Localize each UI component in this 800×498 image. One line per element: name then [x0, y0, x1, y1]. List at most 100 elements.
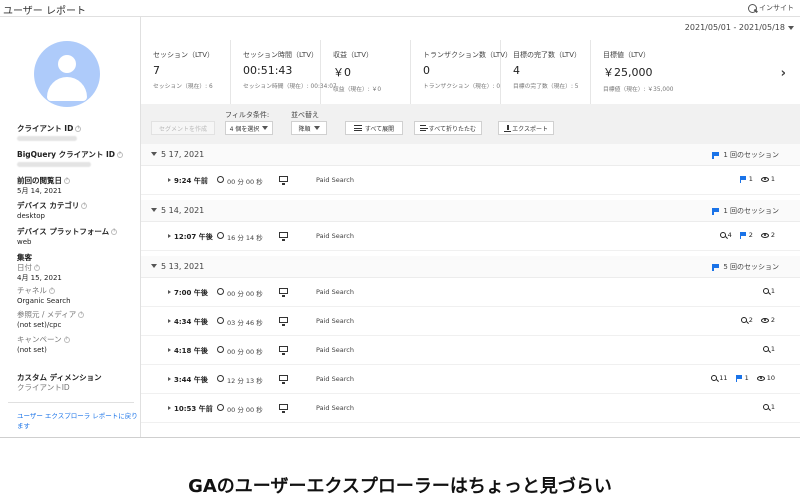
export-button[interactable]: エクスポート: [498, 121, 554, 135]
flag-icon: [735, 374, 743, 382]
session-channel: Paid Search: [316, 404, 354, 412]
flag-icon: [712, 151, 719, 159]
help-icon[interactable]: ?: [63, 337, 70, 343]
group-date: 5 13, 2021: [161, 262, 205, 271]
search-icon: [719, 232, 726, 238]
metric-sub: セッション時間（現在）: 00:34:07: [243, 84, 337, 90]
filter-label: フィルタ条件:: [225, 111, 270, 119]
help-icon[interactable]: ?: [34, 265, 40, 271]
session-duration: 00 分 00 秒: [227, 178, 263, 186]
metric-revenue: 収益（LTV） ￥0 収益（現在）: ￥0: [321, 40, 411, 104]
group-date: 5 17, 2021: [161, 150, 205, 159]
user-info-panel: クライアント ID? BigQuery クライアント ID? 前回の閲覧日? 5…: [0, 17, 141, 437]
create-segment-button[interactable]: セグメントを作成: [151, 121, 215, 135]
eye-count: 2: [770, 231, 775, 239]
date-group-header[interactable]: 5 17, 2021 1 回のセッション: [141, 144, 800, 166]
metric-sub: 目標値（現在）: ￥35,000: [603, 87, 674, 93]
eye-icon: [760, 317, 769, 323]
desktop-icon: [279, 232, 288, 241]
insight-label: インサイト: [759, 4, 794, 12]
collapse-all-button[interactable]: すべて折りたたむ: [414, 121, 482, 135]
date-group-header[interactable]: 5 13, 2021 5 回のセッション: [141, 256, 800, 278]
help-icon[interactable]: ?: [78, 312, 85, 318]
help-icon[interactable]: ?: [111, 229, 118, 235]
bq-client-id-section: BigQuery クライアント ID?: [17, 150, 123, 170]
metric-label: 収益（LTV）: [333, 51, 374, 59]
session-row[interactable]: 12:07 午後 16 分 14 秒 Paid Search 4 2 2: [141, 222, 800, 251]
expand-icon: [353, 125, 362, 131]
date-range-text: 2021/05/01 - 2021/05/18: [684, 23, 785, 32]
report-header: ユーザー レポート インサイト: [0, 0, 800, 17]
help-icon[interactable]: ?: [64, 178, 70, 184]
search-icon: [762, 404, 769, 410]
acquisition-label: 集客: [17, 253, 32, 262]
first-visit-section: 前回の閲覧日? 5月 14, 2021: [17, 176, 70, 196]
expand-all-label: すべて展開: [364, 125, 395, 133]
metrics-strip: セッション（LTV） 7 セッション（現在）: 6 セッション時間（LTV） 0…: [141, 40, 800, 104]
sort-value: 降順: [298, 125, 311, 133]
desktop-icon: [279, 176, 288, 185]
flag-count: 1: [744, 374, 749, 382]
search-icon: [762, 288, 769, 294]
session-duration: 16 分 14 秒: [227, 234, 263, 242]
session-channel: Paid Search: [316, 375, 354, 383]
search-count: 1: [770, 345, 775, 353]
bq-client-id-redacted: [17, 162, 91, 167]
metric-label: 目標値（LTV）: [603, 51, 651, 59]
insight-button[interactable]: インサイト: [748, 3, 794, 13]
custom-dimension-section: カスタム ディメンション クライアントID: [17, 373, 102, 393]
clock-icon: [217, 346, 224, 353]
metric-value: ￥0: [333, 66, 351, 79]
avatar-head-icon: [58, 55, 76, 73]
metric-value: ￥25,000: [603, 66, 653, 79]
session-list: 5 17, 2021 1 回のセッション 9:24 午前 00 分 00 秒 P…: [141, 144, 800, 437]
session-stats: 2 2: [740, 316, 775, 324]
help-icon[interactable]: ?: [48, 288, 55, 294]
session-row[interactable]: 10:53 午前 00 分 00 秒 Paid Search 1: [141, 394, 800, 423]
clock-icon: [217, 404, 224, 411]
metric-sub: 収益（現在）: ￥0: [333, 87, 382, 93]
session-time: 7:00 午後: [174, 289, 208, 297]
eye-count: 10: [766, 374, 775, 382]
date-range-selector[interactable]: 2021/05/01 - 2021/05/18: [685, 23, 794, 32]
channel-label: チャネル: [17, 286, 47, 295]
session-row[interactable]: 7:00 午後 00 分 00 秒 Paid Search 1: [141, 278, 800, 307]
help-icon[interactable]: ?: [81, 203, 88, 209]
client-id-label: クライアント ID: [17, 124, 74, 133]
clock-icon: [217, 375, 224, 382]
date-group-header[interactable]: 5 14, 2021 1 回のセッション: [141, 200, 800, 222]
export-label: エクスポート: [512, 125, 548, 133]
session-row[interactable]: 4:18 午後 00 分 00 秒 Paid Search 1: [141, 336, 800, 365]
search-icon: [762, 346, 769, 352]
first-visit-label: 前回の閲覧日: [17, 176, 62, 185]
sort-select[interactable]: 降順: [291, 121, 327, 135]
metric-goal-completions: 目標の完了数（LTV） 4 目標の完了数（現在）: 5: [501, 40, 591, 104]
clock-icon: [217, 288, 224, 295]
metric-sub: セッション（現在）: 6: [153, 84, 213, 90]
expand-all-button[interactable]: すべて展開: [345, 121, 403, 135]
metric-sub: 目標の完了数（現在）: 5: [513, 84, 579, 90]
source-medium-section: 参照元 / メディア? (not set)/cpc: [17, 310, 85, 330]
eye-count: 2: [770, 316, 775, 324]
back-to-explorer-link[interactable]: ユーザー エクスプローラ レポートに戻ります: [17, 410, 140, 430]
group-count-text: 1 回のセッション: [723, 151, 779, 159]
help-icon[interactable]: ?: [116, 152, 123, 158]
session-time: 3:44 午後: [174, 376, 208, 384]
help-icon[interactable]: ?: [75, 126, 82, 132]
eye-icon: [756, 375, 765, 381]
session-time: 4:18 午後: [174, 347, 208, 355]
desktop-icon: [279, 346, 288, 355]
filter-value: 4 個を選択: [229, 125, 260, 133]
session-row[interactable]: 3:44 午後 12 分 13 秒 Paid Search 11 1 10: [141, 365, 800, 394]
collapse-all-label: すべて折りたたむ: [428, 125, 476, 133]
session-channel: Paid Search: [316, 288, 354, 296]
custom-dim-label: カスタム ディメンション: [17, 373, 102, 382]
group-session-count: 1 回のセッション: [712, 150, 779, 160]
metric-label: 目標の完了数（LTV）: [513, 51, 582, 59]
filter-select[interactable]: 4 個を選択: [225, 121, 273, 135]
session-stats: 1 1: [739, 175, 775, 183]
metrics-next-icon[interactable]: ›: [781, 66, 786, 81]
session-row[interactable]: 9:24 午前 00 分 00 秒 Paid Search 1 1: [141, 166, 800, 195]
session-row[interactable]: 4:34 午後 03 分 46 秒 Paid Search 2 2: [141, 307, 800, 336]
source-medium-value: (not set)/cpc: [17, 321, 62, 329]
